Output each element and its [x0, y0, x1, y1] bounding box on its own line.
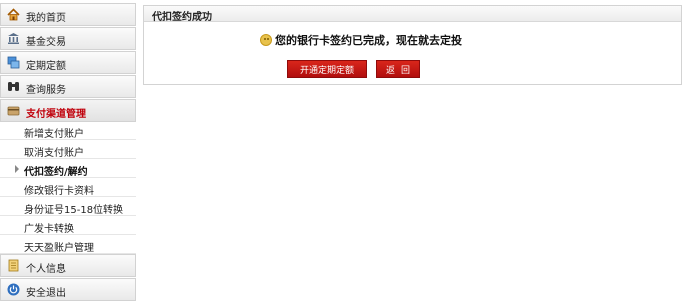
menu-item-query-service[interactable]: 查询服务 — [0, 75, 136, 98]
smiley-icon — [260, 34, 272, 46]
menu-label-fixed-investment: 定期定额 — [26, 61, 66, 72]
panel-header: 代扣签约成功 — [144, 6, 681, 23]
menu-item-fixed-investment[interactable]: 定期定额 — [0, 51, 136, 74]
menu-item-payment-channel[interactable]: 支付渠道管理 — [0, 99, 136, 122]
home-icon — [7, 8, 20, 21]
menu-item-fund-trade[interactable]: 基金交易 — [0, 27, 136, 50]
success-panel: 代扣签约成功 您的银行卡签约已完成，现在就去定投 开通定期定额 返回 — [143, 5, 682, 85]
submenu-item-cancel-account[interactable]: 取消支付账户 — [0, 141, 136, 159]
submenu-label: 广发卡转换 — [24, 224, 74, 235]
open-fixed-investment-button[interactable]: 开通定期定额 — [287, 60, 367, 78]
stack-icon — [7, 56, 20, 69]
menu-label-fund-trade: 基金交易 — [26, 37, 66, 48]
binoculars-icon — [8, 82, 19, 91]
arrow-right-icon — [15, 165, 19, 173]
menu-label-query-service: 查询服务 — [26, 85, 66, 96]
submenu-label: 取消支付账户 — [24, 148, 84, 159]
submenu-item-id-conversion[interactable]: 身份证号15-18位转换 — [0, 198, 136, 216]
submenu-label: 修改银行卡资料 — [24, 186, 94, 197]
submenu-item-edit-bank-card[interactable]: 修改银行卡资料 — [0, 179, 136, 197]
submenu-item-gf-card[interactable]: 广发卡转换 — [0, 217, 136, 235]
bank-icon — [8, 33, 19, 44]
back-button[interactable]: 返回 — [376, 60, 420, 78]
card-icon — [7, 106, 20, 116]
menu-label-personal-info: 个人信息 — [26, 264, 66, 275]
menu-item-logout[interactable]: 安全退出 — [0, 278, 136, 301]
power-icon — [7, 283, 20, 296]
submenu-label: 新增支付账户 — [24, 129, 84, 140]
panel-title: 代扣签约成功 — [152, 12, 212, 23]
submenu-label: 天天盈账户管理 — [24, 243, 94, 254]
success-message-text: 您的银行卡签约已完成，现在就去定投 — [275, 34, 462, 47]
menu-label-payment-channel: 支付渠道管理 — [26, 109, 86, 120]
submenu-label: 身份证号15-18位转换 — [24, 205, 124, 216]
menu-item-home[interactable]: 我的首页 — [0, 3, 136, 26]
submenu-item-tiantianying[interactable]: 天天盈账户管理 — [0, 236, 136, 254]
submenu-item-add-account[interactable]: 新增支付账户 — [0, 122, 136, 140]
menu-label-logout: 安全退出 — [26, 288, 66, 299]
submenu-label: 代扣签约/解约 — [24, 167, 88, 178]
sidebar: 我的首页 基金交易 定期定额 查询服务 支付渠道管理 新增支付账户 取消支付账户… — [0, 0, 136, 304]
menu-label-home: 我的首页 — [26, 13, 66, 24]
success-message: 您的银行卡签约已完成，现在就去定投 — [260, 33, 462, 47]
document-icon — [8, 259, 19, 272]
submenu-item-sign-contract[interactable]: 代扣签约/解约 — [0, 160, 136, 178]
menu-item-personal-info[interactable]: 个人信息 — [0, 254, 136, 277]
